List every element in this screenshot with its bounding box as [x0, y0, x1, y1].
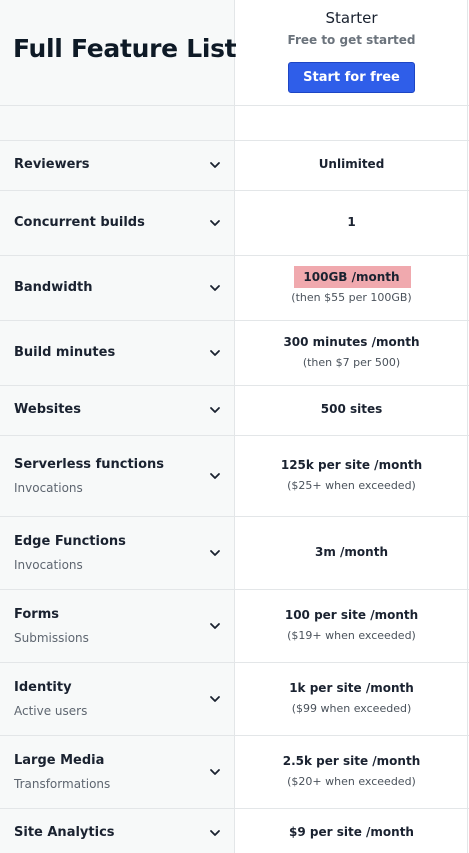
chevron-down-icon[interactable] — [208, 692, 222, 706]
feature-value: 3m /month — [315, 544, 388, 559]
feature-value-note: ($20+ when exceeded) — [287, 774, 416, 788]
feature-sublabel: Invocations — [14, 480, 83, 495]
table-row: Build minutes 300 minutes /month (then $7 … — [0, 320, 469, 386]
chevron-down-icon[interactable] — [208, 281, 222, 295]
chevron-down-icon[interactable] — [208, 826, 222, 840]
feature-value-note: (then $55 per 100GB) — [291, 290, 412, 304]
feature-value: 500 sites — [320, 402, 383, 416]
feature-label: Bandwidth — [14, 279, 93, 295]
feature-sublabel: Submissions — [14, 630, 89, 645]
start-for-free-button[interactable]: Start for free — [288, 62, 415, 93]
feature-value: 1 — [347, 214, 356, 229]
feature-label: Serverless functions — [14, 456, 165, 472]
chevron-down-icon[interactable] — [208, 216, 222, 230]
feature-label: Concurrent builds — [14, 214, 145, 230]
table-row: Forms Submissions 100 per site /month ($19+… — [0, 589, 469, 663]
table-row: Concurrent builds 1 — [0, 190, 469, 256]
feature-sublabel: Transformations — [14, 776, 111, 791]
feature-value-note: ($99 when exceeded) — [291, 701, 412, 715]
chevron-down-icon[interactable] — [208, 765, 222, 779]
plan-subtitle: Free to get started — [287, 33, 416, 47]
feature-value: $9 per site /month — [289, 825, 414, 839]
feature-value-note: (then $7 per 500) — [302, 355, 401, 369]
feature-value: 100 per site /month — [284, 607, 419, 622]
chevron-down-icon[interactable] — [208, 403, 222, 417]
table-row: Serverless functions Invocations 125k per … — [0, 435, 469, 517]
feature-value: Unlimited — [318, 157, 385, 171]
chevron-down-icon[interactable] — [208, 469, 222, 483]
feature-sublabel: Active users — [14, 703, 88, 718]
feature-value-note: ($25+ when exceeded) — [287, 478, 416, 492]
table-row: Identity Active users 1k per site /month ($… — [0, 662, 469, 736]
feature-label: Large Media — [14, 752, 105, 768]
table-row: Websites 500 sites — [0, 385, 469, 436]
feature-value: 300 minutes /month — [283, 334, 420, 349]
table-row: Bandwidth 100GB /month (then $55 per 100GB… — [0, 255, 469, 321]
divider — [0, 105, 469, 106]
chevron-down-icon[interactable] — [208, 619, 222, 633]
page-title: Full Feature List — [13, 34, 237, 63]
table-row: Reviewers Unlimited — [0, 140, 469, 191]
feature-sublabel: Invocations — [14, 557, 83, 572]
feature-value: 2.5k per site /month — [282, 753, 421, 768]
table-row: Site Analytics $9 per site /month — [0, 808, 469, 853]
feature-label: Forms — [14, 606, 59, 622]
chevron-down-icon[interactable] — [208, 158, 222, 172]
feature-label: Websites — [14, 402, 81, 417]
plan-name: Starter — [325, 9, 378, 27]
feature-label: Identity — [14, 679, 72, 695]
chevron-down-icon[interactable] — [208, 546, 222, 560]
feature-comparison-table: Full Feature List Starter Free to get st… — [0, 0, 469, 853]
feature-label: Edge Functions — [14, 533, 126, 549]
feature-value: 125k per site /month — [280, 457, 423, 472]
table-row: Large Media Transformations 2.5k per site … — [0, 735, 469, 809]
feature-value: 1k per site /month — [289, 680, 414, 695]
chevron-down-icon[interactable] — [208, 346, 222, 360]
feature-label: Build minutes — [14, 344, 116, 360]
feature-value-note: ($19+ when exceeded) — [287, 628, 416, 642]
feature-label: Site Analytics — [14, 825, 115, 840]
feature-label: Reviewers — [14, 157, 90, 172]
feature-value: 100GB /month — [303, 269, 400, 284]
table-row: Edge Functions Invocations 3m /month — [0, 516, 469, 590]
